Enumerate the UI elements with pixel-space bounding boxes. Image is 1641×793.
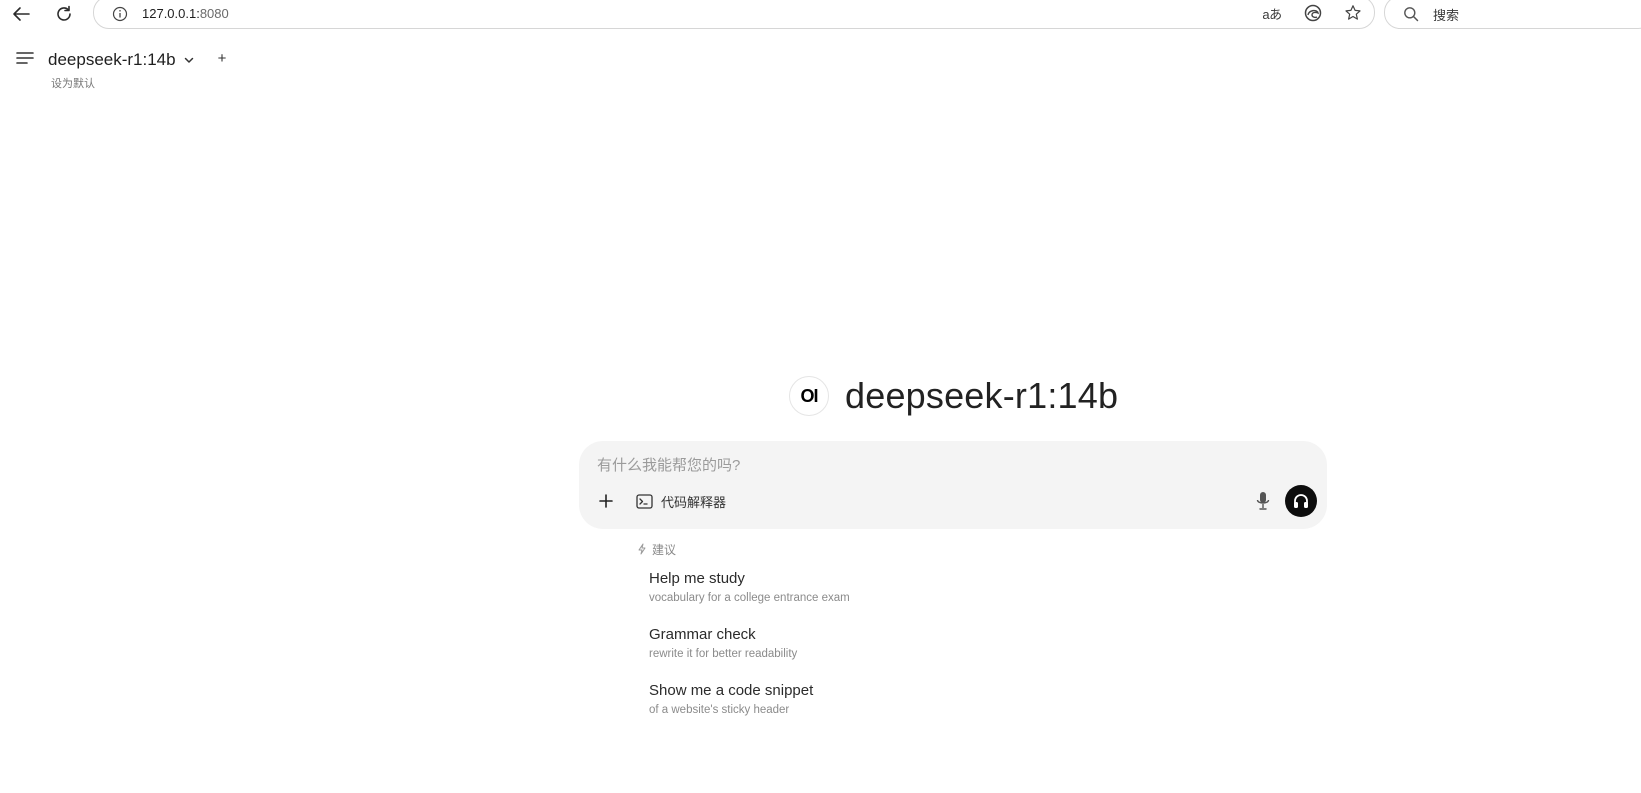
- sparkle-icon: [638, 543, 646, 555]
- suggestion-subtitle: rewrite it for better readability: [649, 648, 798, 660]
- arrow-left-icon: [13, 7, 30, 21]
- info-icon[interactable]: [112, 6, 128, 22]
- model-hero: OI deepseek-r1:14b: [789, 374, 1118, 418]
- app-header: deepseek-r1:14b + 设为默认: [0, 32, 1641, 92]
- headphones-icon: [1294, 494, 1308, 508]
- code-interpreter-button[interactable]: 代码解释器: [636, 488, 726, 514]
- model-logo: OI: [789, 376, 829, 416]
- suggestion-title: Help me study: [649, 570, 745, 587]
- url-text[interactable]: 127.0.0.1:8080: [142, 6, 229, 21]
- dictate-button[interactable]: [1252, 489, 1274, 513]
- attach-button[interactable]: [595, 490, 617, 512]
- chevron-down-icon: [182, 53, 196, 67]
- menu-icon: [16, 52, 34, 64]
- edge-button[interactable]: [1302, 3, 1324, 23]
- add-model-button[interactable]: +: [214, 49, 230, 67]
- code-interpreter-label: 代码解释器: [661, 494, 727, 510]
- suggestion-subtitle: of a website's sticky header: [649, 704, 790, 716]
- back-button[interactable]: [7, 2, 35, 26]
- edge-icon: [1304, 4, 1322, 22]
- browser-search-bar[interactable]: 搜索: [1384, 0, 1641, 29]
- search-icon: [1404, 7, 1419, 22]
- suggestion-item[interactable]: Show me a code snippet of a website's st…: [649, 681, 1049, 719]
- voice-mode-button[interactable]: [1285, 485, 1317, 517]
- hero-model-title: deepseek-r1:14b: [845, 375, 1119, 416]
- suggestion-item[interactable]: Help me study vocabulary for a college e…: [649, 569, 1049, 607]
- model-selector[interactable]: deepseek-r1:14b: [48, 48, 196, 72]
- terminal-icon: [636, 493, 653, 509]
- microphone-icon: [1256, 492, 1270, 510]
- suggestion-item[interactable]: Grammar check rewrite it for better read…: [649, 625, 1049, 663]
- reload-icon: [57, 5, 71, 21]
- translate-button[interactable]: aあ: [1261, 3, 1283, 23]
- model-selector-label: deepseek-r1:14b: [48, 50, 176, 69]
- suggestion-subtitle: vocabulary for a college entrance exam: [649, 592, 850, 604]
- url-port: 8080: [199, 6, 229, 21]
- suggestion-title: Show me a code snippet: [649, 682, 814, 699]
- sidebar-toggle-button[interactable]: [14, 48, 36, 68]
- address-bar[interactable]: 127.0.0.1:8080 aあ: [93, 0, 1375, 29]
- plus-icon: [599, 494, 613, 508]
- suggestion-title: Grammar check: [649, 626, 756, 643]
- suggestions-header-label: 建议: [652, 542, 677, 557]
- favorite-button[interactable]: [1342, 3, 1364, 23]
- chat-input[interactable]: [597, 451, 1297, 479]
- browser-search-placeholder: 搜索: [1433, 8, 1460, 23]
- set-default-link[interactable]: 设为默认: [51, 75, 95, 91]
- suggestions-header: 建议: [636, 539, 1036, 559]
- chat-composer: 代码解释器: [579, 441, 1327, 529]
- reload-button[interactable]: [50, 2, 78, 26]
- url-host: 127.0.0.1:: [142, 6, 200, 21]
- star-icon: [1345, 5, 1361, 20]
- browser-toolbar: 127.0.0.1:8080 aあ 搜索: [0, 0, 1641, 30]
- suggestions-panel: 建议 Help me study vocabulary for a colleg…: [636, 539, 1036, 716]
- translate-icon: aあ: [1262, 6, 1282, 22]
